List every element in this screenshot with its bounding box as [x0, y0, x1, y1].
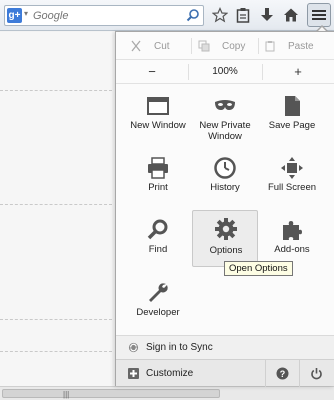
full-screen-label: Full Screen: [267, 182, 317, 193]
add-ons-label: Add-ons: [274, 244, 310, 255]
cut-button[interactable]: Cut: [130, 32, 170, 60]
grip-icon: |||: [63, 390, 70, 399]
scissors-icon: [131, 40, 141, 52]
gear-icon: [215, 218, 237, 240]
divider: [0, 204, 112, 205]
copy-icon: [198, 40, 210, 52]
search-icon[interactable]: [186, 8, 200, 22]
save-page-button[interactable]: Save Page: [259, 90, 325, 146]
new-window-button[interactable]: New Window: [125, 90, 191, 146]
cut-label: Cut: [154, 40, 170, 52]
wrench-icon: [149, 283, 168, 302]
help-button[interactable]: ?: [265, 360, 299, 387]
copy-label: Copy: [222, 40, 246, 52]
new-window-label: New Window: [130, 120, 186, 131]
magnifier-icon: [147, 219, 168, 240]
sign-in-to-sync-button[interactable]: Sign in to Sync: [116, 336, 213, 359]
zoom-out-button[interactable]: −: [116, 60, 188, 84]
hamburger-menu-icon: [312, 10, 326, 20]
find-button[interactable]: Find: [125, 214, 191, 270]
puzzle-icon: [283, 221, 302, 240]
copy-button[interactable]: Copy: [198, 32, 245, 60]
horizontal-scrollbar[interactable]: |||: [0, 386, 334, 400]
download-arrow-icon: [261, 8, 273, 21]
help-icon: ?: [276, 367, 289, 380]
history-label: History: [210, 182, 240, 193]
main-menu-panel: Cut Copy Paste − 100% + New Window New P…: [115, 31, 334, 387]
svg-text:?: ?: [280, 369, 286, 379]
page-content: [0, 32, 112, 386]
divider: [0, 351, 112, 352]
mask-icon: [215, 100, 235, 110]
scrollbar-thumb[interactable]: |||: [2, 389, 220, 399]
clipboard-icon: [236, 8, 250, 23]
developer-button[interactable]: Developer: [125, 277, 191, 333]
divider: [0, 319, 112, 320]
options-tooltip: Open Options: [224, 261, 293, 276]
star-icon: [212, 7, 228, 23]
navigation-toolbar: g+ ▾: [0, 0, 334, 31]
google-plus-icon[interactable]: g+: [7, 8, 22, 23]
fullscreen-icon: [281, 157, 303, 179]
history-button[interactable]: History: [192, 152, 258, 208]
print-label: Print: [148, 182, 168, 193]
panel-footer: Customize ?: [116, 359, 334, 387]
customize-plus-icon: [128, 367, 139, 379]
paste-label: Paste: [288, 40, 314, 52]
search-bar[interactable]: g+ ▾: [4, 5, 204, 26]
sync-icon: [128, 342, 139, 353]
bookmark-star-button[interactable]: [208, 3, 232, 27]
divider: [0, 90, 112, 91]
separator: [191, 38, 192, 54]
engine-dropdown-icon[interactable]: ▾: [24, 9, 28, 18]
sync-label: Sign in to Sync: [146, 342, 213, 353]
edit-controls: Cut Copy Paste: [116, 32, 334, 60]
customize-button[interactable]: Customize: [116, 360, 193, 386]
sync-row: Sign in to Sync: [116, 335, 334, 359]
full-screen-button[interactable]: Full Screen: [259, 152, 325, 208]
downloads-button[interactable]: [255, 3, 279, 27]
bookmarks-menu-button[interactable]: [231, 3, 255, 27]
find-label: Find: [148, 244, 168, 255]
print-button[interactable]: Print: [125, 152, 191, 208]
open-menu-button[interactable]: [307, 3, 331, 27]
home-icon: [284, 8, 298, 22]
zoom-reset-button[interactable]: 100%: [188, 60, 262, 84]
developer-label: Developer: [136, 307, 180, 318]
zoom-in-button[interactable]: +: [262, 60, 334, 84]
quit-button[interactable]: [299, 360, 333, 387]
customize-label: Customize: [146, 367, 194, 379]
power-icon: [311, 368, 322, 380]
window-icon: [147, 97, 169, 115]
home-button[interactable]: [279, 3, 303, 27]
options-label: Options: [209, 245, 243, 256]
new-private-window-label: New Private Window: [199, 120, 251, 142]
page-icon: [285, 96, 300, 116]
search-input[interactable]: [33, 7, 183, 24]
separator: [258, 38, 259, 54]
printer-icon: [148, 157, 168, 179]
paste-icon: [265, 41, 275, 52]
zoom-controls: − 100% +: [116, 60, 334, 84]
paste-button[interactable]: Paste: [264, 32, 314, 60]
options-button[interactable]: Options: [192, 210, 258, 267]
new-private-window-button[interactable]: New Private Window: [192, 90, 258, 146]
clock-icon: [214, 157, 236, 179]
save-page-label: Save Page: [268, 120, 316, 131]
